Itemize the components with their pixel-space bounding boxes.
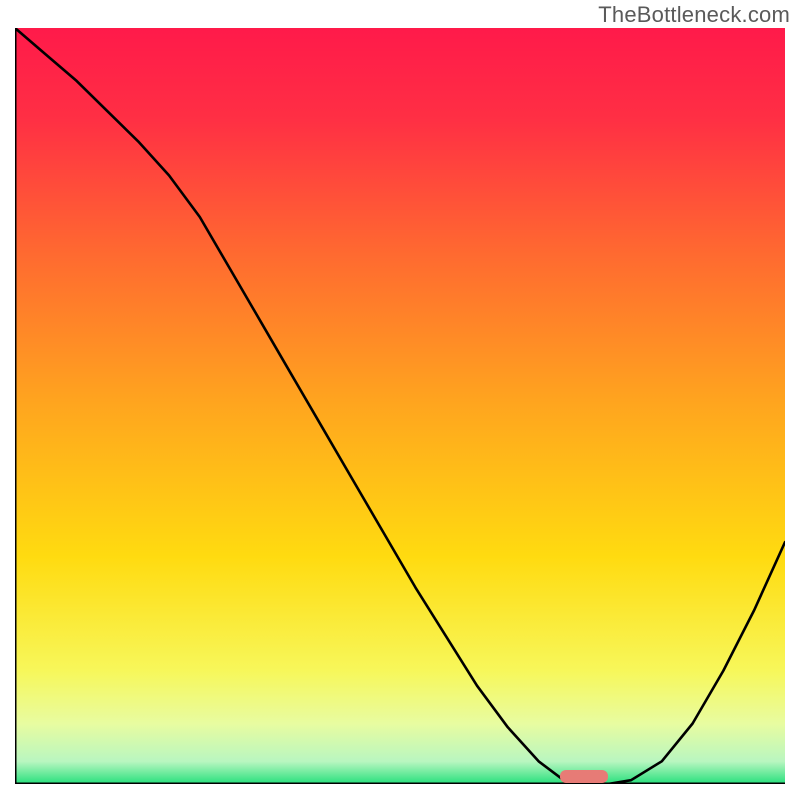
optimal-marker	[560, 770, 608, 783]
watermark-text: TheBottleneck.com	[598, 2, 790, 28]
chart-svg	[15, 28, 785, 784]
plot-area	[15, 28, 785, 784]
gradient-background	[15, 28, 785, 784]
chart-frame: TheBottleneck.com	[0, 0, 800, 800]
